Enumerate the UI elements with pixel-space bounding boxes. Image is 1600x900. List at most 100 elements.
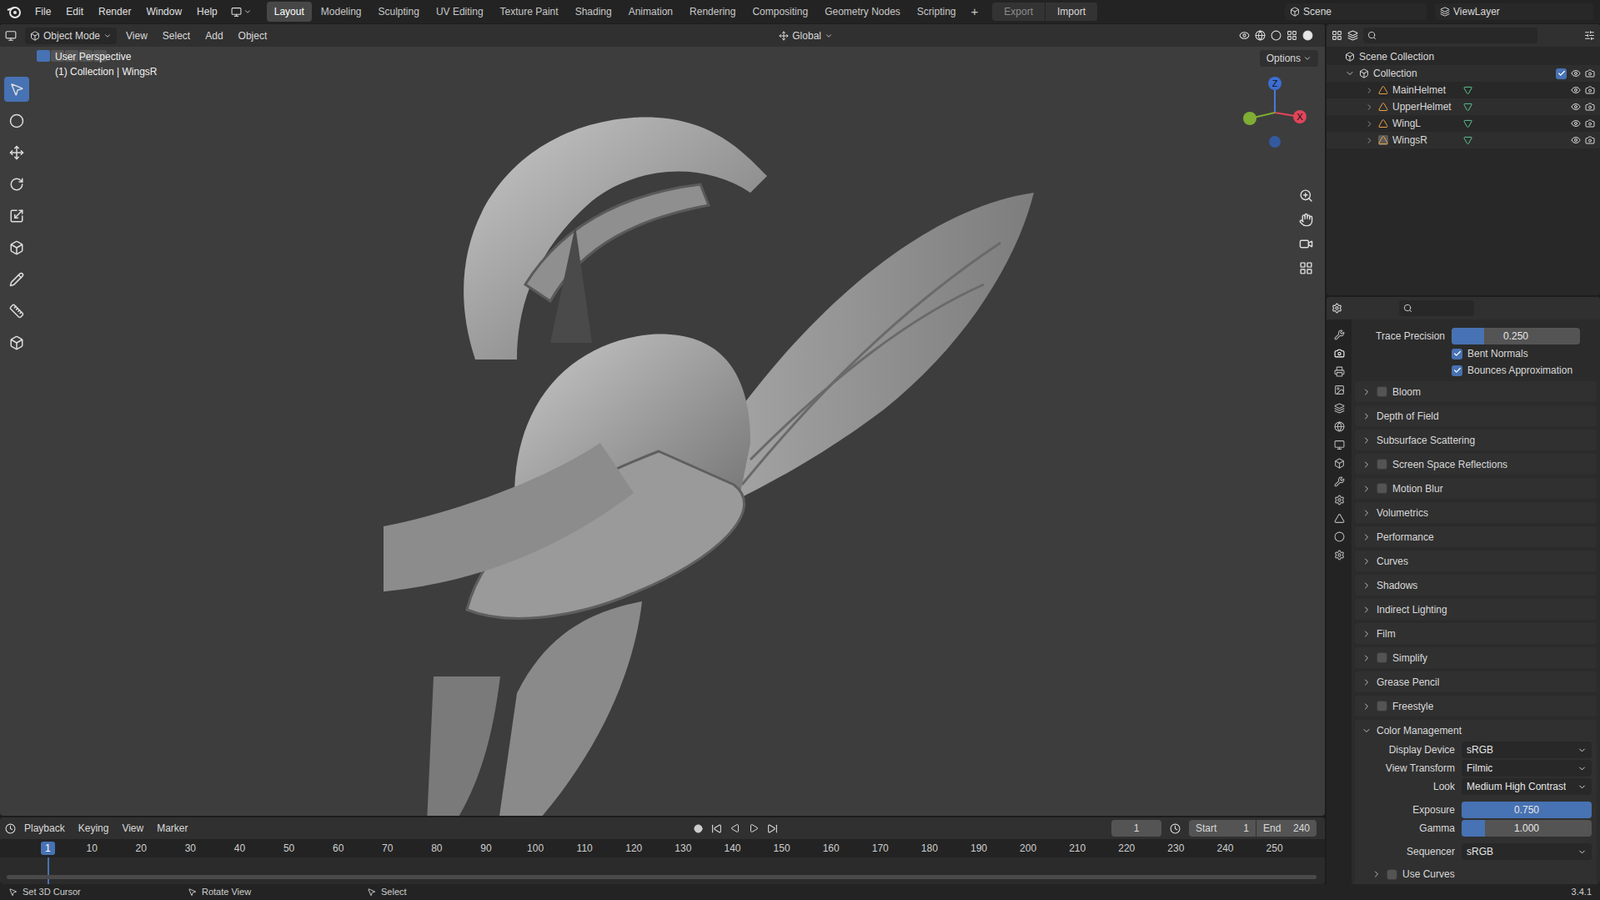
workspace-tab[interactable]: Animation bbox=[621, 1, 681, 22]
dropdown-field[interactable]: Filmic bbox=[1461, 759, 1592, 777]
panel-header[interactable]: Indirect Lighting bbox=[1354, 598, 1597, 620]
panel-header[interactable]: Grease Pencil bbox=[1354, 671, 1597, 693]
chevron-right-icon[interactable] bbox=[1361, 652, 1372, 663]
properties-tab-icon[interactable] bbox=[1334, 549, 1345, 561]
properties-tab-icon[interactable] bbox=[1334, 439, 1345, 451]
tool-button[interactable] bbox=[4, 76, 30, 102]
visibility-icon[interactable] bbox=[1570, 135, 1581, 146]
property-checkbox[interactable] bbox=[1451, 365, 1463, 377]
play-reverse-icon[interactable] bbox=[730, 822, 741, 833]
editor-type-icon[interactable] bbox=[5, 822, 16, 834]
shading-solid-icon[interactable] bbox=[1302, 30, 1314, 41]
tool-button[interactable] bbox=[4, 108, 30, 134]
display-mode-icon[interactable] bbox=[1347, 30, 1359, 41]
nav-icon[interactable] bbox=[1299, 212, 1314, 227]
outliner-row[interactable]: WingL bbox=[1326, 115, 1600, 132]
chevron-right-icon[interactable] bbox=[1361, 556, 1372, 567]
chevron-down-icon[interactable] bbox=[1344, 68, 1355, 79]
render-icon[interactable] bbox=[1584, 118, 1595, 129]
workspace-tab[interactable]: Shading bbox=[567, 1, 620, 22]
workspace-tab[interactable]: Scripting bbox=[909, 1, 964, 22]
playhead[interactable]: 1 bbox=[40, 841, 56, 855]
viewport-menu[interactable]: View bbox=[120, 28, 154, 44]
options-button[interactable]: Options bbox=[1259, 50, 1319, 67]
workspace-tab[interactable]: Texture Paint bbox=[492, 1, 567, 22]
chevron-right-icon[interactable] bbox=[1361, 435, 1372, 446]
current-frame-field[interactable]: 1 bbox=[1111, 819, 1162, 837]
editor-type-icon[interactable] bbox=[1331, 30, 1343, 41]
visibility-icon[interactable] bbox=[1570, 101, 1581, 112]
timeline-menu[interactable]: View bbox=[116, 820, 149, 836]
view-layer-selector[interactable]: ViewLayer bbox=[1434, 3, 1594, 21]
subpanel-header[interactable]: Use Curves bbox=[1354, 863, 1597, 884]
chevron-right-icon[interactable] bbox=[1364, 85, 1375, 96]
panel-header[interactable]: Freestyle bbox=[1354, 695, 1597, 717]
outliner-row[interactable]: UpperHelmet bbox=[1326, 98, 1600, 116]
properties-tab-icon[interactable] bbox=[1334, 531, 1345, 542]
chevron-right-icon[interactable] bbox=[1361, 580, 1372, 591]
timeline-ruler[interactable]: 1102030405060708090100110120130140150160… bbox=[0, 838, 1325, 858]
panel-header[interactable]: Shadows bbox=[1354, 574, 1597, 596]
panel-header[interactable]: Simplify bbox=[1354, 647, 1597, 668]
property-checkbox[interactable] bbox=[1451, 348, 1463, 360]
panel-checkbox[interactable] bbox=[1376, 386, 1388, 397]
top-menu-item[interactable]: Render bbox=[91, 2, 138, 21]
properties-tab-icon[interactable] bbox=[1334, 347, 1345, 359]
top-menu-item[interactable]: Help bbox=[190, 2, 225, 21]
properties-tab-icon[interactable] bbox=[1334, 457, 1345, 469]
panel-checkbox[interactable] bbox=[1376, 700, 1388, 712]
editor-type-icon[interactable] bbox=[1331, 302, 1343, 314]
properties-tab-icon[interactable] bbox=[1334, 512, 1345, 524]
panel-header[interactable]: Volumetrics bbox=[1354, 501, 1597, 523]
tool-button[interactable] bbox=[4, 330, 30, 356]
property-row[interactable]: Bent Normals bbox=[1354, 346, 1597, 362]
helmet-model-icon[interactable] bbox=[383, 92, 1034, 816]
viewport-menu[interactable]: Add bbox=[199, 28, 229, 44]
top-menu-item[interactable]: Edit bbox=[59, 2, 91, 21]
mesh-data-icon[interactable] bbox=[1463, 102, 1473, 112]
dropdown-field[interactable]: Medium High Contrast bbox=[1461, 777, 1592, 795]
slider-field[interactable]: 0.750 bbox=[1461, 801, 1592, 818]
xray-icon[interactable] bbox=[1286, 30, 1298, 41]
axis-gizmo-icon[interactable]: ZX bbox=[1241, 75, 1309, 151]
render-icon[interactable] bbox=[1584, 68, 1595, 79]
visibility-icon[interactable] bbox=[1238, 30, 1250, 41]
panel-header[interactable]: Bloom bbox=[1354, 381, 1597, 402]
dropdown-field[interactable]: sRGB bbox=[1461, 741, 1592, 758]
chevron-right-icon[interactable] bbox=[1361, 531, 1372, 542]
properties-tab-icon[interactable] bbox=[1334, 494, 1345, 506]
select-mode-icon[interactable] bbox=[36, 50, 51, 62]
top-menu-item[interactable]: File bbox=[28, 2, 58, 21]
timeline-scrollbar[interactable] bbox=[6, 874, 1317, 879]
panel-header[interactable]: Curves bbox=[1354, 550, 1597, 572]
tool-button[interactable] bbox=[4, 266, 30, 292]
overlay-icon[interactable] bbox=[1270, 30, 1282, 41]
blender-logo-icon[interactable] bbox=[6, 5, 22, 19]
gizmo-icon[interactable] bbox=[1254, 30, 1266, 41]
start-field[interactable]: Start1 bbox=[1188, 819, 1256, 837]
collection-checkbox[interactable] bbox=[1555, 68, 1567, 80]
property-row[interactable]: Bounces Approximation bbox=[1354, 362, 1597, 378]
tool-button[interactable] bbox=[4, 171, 30, 197]
properties-tab-icon[interactable] bbox=[1334, 329, 1345, 341]
tool-button[interactable] bbox=[4, 140, 30, 166]
workspace-tab[interactable]: UV Editing bbox=[428, 1, 492, 22]
timeline-menu[interactable]: Playback bbox=[19, 820, 71, 836]
workspace-tab[interactable]: Sculpting bbox=[371, 1, 427, 22]
workspace-dropdown[interactable] bbox=[225, 6, 257, 18]
nav-icon[interactable] bbox=[1299, 188, 1314, 203]
viewport-menu[interactable]: Object bbox=[232, 28, 274, 44]
chevron-right-icon[interactable] bbox=[1361, 411, 1372, 422]
end-field[interactable]: End240 bbox=[1256, 819, 1317, 837]
viewport-canvas[interactable]: User Perspective(1) Collection | WingsRO… bbox=[33, 46, 1325, 816]
scene-selector[interactable]: Scene bbox=[1284, 3, 1427, 21]
mesh-data-icon[interactable] bbox=[1463, 135, 1473, 146]
tool-button[interactable] bbox=[4, 298, 30, 324]
preview-range-icon[interactable] bbox=[1169, 822, 1181, 834]
subpanel-checkbox[interactable] bbox=[1386, 868, 1398, 880]
chevron-right-icon[interactable] bbox=[1361, 483, 1372, 494]
chevron-right-icon[interactable] bbox=[1361, 677, 1372, 688]
nav-icon[interactable] bbox=[1299, 260, 1314, 276]
panel-checkbox[interactable] bbox=[1376, 458, 1388, 470]
workspace-tab[interactable]: Rendering bbox=[682, 1, 743, 22]
